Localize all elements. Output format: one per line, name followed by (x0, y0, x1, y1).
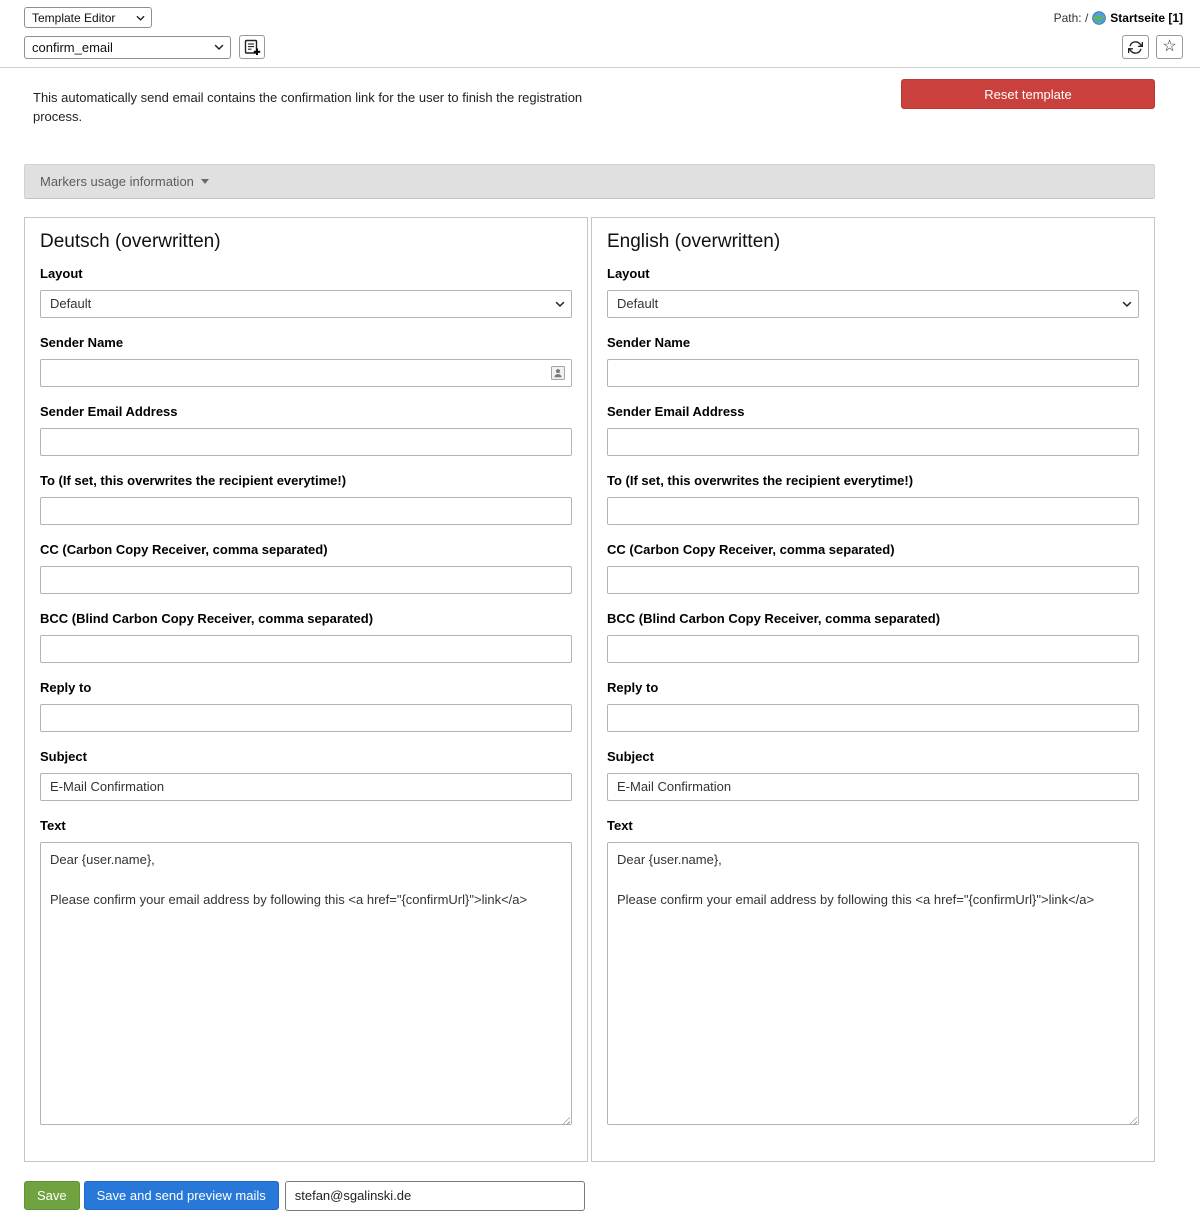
field-label-layout: Layout (40, 266, 572, 282)
field-layout: Layout Default (40, 266, 572, 318)
refresh-button[interactable] (1122, 35, 1149, 59)
en-bcc-input[interactable] (607, 635, 1139, 663)
field-subject: Subject (40, 749, 572, 801)
de-text-textarea[interactable]: Dear {user.name}, Please confirm your em… (40, 842, 572, 1125)
de-to-input[interactable] (40, 497, 572, 525)
template-select-control[interactable]: confirm_email (24, 36, 231, 59)
field-subject: Subject (607, 749, 1139, 801)
field-label-bcc: BCC (Blind Carbon Copy Receiver, comma s… (607, 611, 1139, 627)
de-sender-name-input[interactable] (40, 359, 572, 387)
field-sender-name: Sender Name (607, 335, 1139, 387)
template-description: This automatically send email contains t… (33, 79, 593, 127)
field-label-cc: CC (Carbon Copy Receiver, comma separate… (40, 542, 572, 558)
language-columns: Deutsch (overwritten) Layout Default Sen… (24, 217, 1155, 1162)
new-record-icon (244, 39, 261, 56)
intro-row: This automatically send email contains t… (24, 79, 1155, 127)
panel-german: Deutsch (overwritten) Layout Default Sen… (24, 217, 588, 1162)
en-layout-select[interactable]: Default (607, 290, 1139, 318)
field-label-bcc: BCC (Blind Carbon Copy Receiver, comma s… (40, 611, 572, 627)
preview-email-input[interactable] (285, 1181, 585, 1211)
field-label-text: Text (607, 818, 1139, 834)
field-label-to: To (If set, this overwrites the recipien… (40, 473, 572, 489)
field-sender-email: Sender Email Address (607, 404, 1139, 456)
panel-english: English (overwritten) Layout Default Sen… (591, 217, 1155, 1162)
en-layout-select-control[interactable]: Default (607, 290, 1139, 318)
field-to: To (If set, this overwrites the recipien… (607, 473, 1139, 525)
field-label-cc: CC (Carbon Copy Receiver, comma separate… (607, 542, 1139, 558)
reset-template-button[interactable]: Reset template (901, 79, 1155, 109)
field-label-reply-to: Reply to (40, 680, 572, 696)
save-and-preview-button[interactable]: Save and send preview mails (84, 1181, 279, 1210)
panel-title-german: Deutsch (overwritten) (40, 231, 572, 253)
field-label-sender-name: Sender Name (607, 335, 1139, 351)
new-record-button[interactable] (239, 35, 265, 59)
field-layout: Layout Default (607, 266, 1139, 318)
field-label-text: Text (40, 818, 572, 834)
refresh-icon (1128, 40, 1143, 55)
markers-usage-label: Markers usage information (40, 174, 194, 189)
field-text: Text Dear {user.name}, Please confirm yo… (40, 818, 572, 1128)
caret-down-icon (201, 179, 209, 184)
module-select[interactable]: Template Editor (24, 7, 152, 28)
de-layout-select[interactable]: Default (40, 290, 572, 318)
field-to: To (If set, this overwrites the recipien… (40, 473, 572, 525)
template-select[interactable]: confirm_email (24, 36, 231, 59)
en-text-textarea[interactable]: Dear {user.name}, Please confirm your em… (607, 842, 1139, 1125)
field-label-reply-to: Reply to (607, 680, 1139, 696)
field-cc: CC (Carbon Copy Receiver, comma separate… (607, 542, 1139, 594)
de-bcc-input[interactable] (40, 635, 572, 663)
markers-usage-panel-toggle[interactable]: Markers usage information (24, 164, 1155, 199)
footer-actions: Save Save and send preview mails (24, 1181, 1155, 1211)
page-link[interactable]: Startseite [1] (1092, 11, 1183, 25)
module-body: This automatically send email contains t… (0, 79, 1200, 1211)
breadcrumb: Path: / Startseite [1] (1054, 11, 1183, 25)
field-label-sender-name: Sender Name (40, 335, 572, 351)
en-cc-input[interactable] (607, 566, 1139, 594)
en-sender-name-input[interactable] (607, 359, 1139, 387)
field-reply-to: Reply to (40, 680, 572, 732)
de-sender-email-input[interactable] (40, 428, 572, 456)
field-label-subject: Subject (40, 749, 572, 765)
field-bcc: BCC (Blind Carbon Copy Receiver, comma s… (40, 611, 572, 663)
star-icon: ☆ (1162, 39, 1176, 55)
module-header: Template Editor Path: / Startseite [1] (0, 0, 1200, 68)
en-subject-input[interactable] (607, 773, 1139, 801)
panel-title-english: English (overwritten) (607, 231, 1139, 253)
module-select-control[interactable]: Template Editor (24, 7, 152, 28)
path-label: Path: / (1054, 11, 1089, 25)
en-reply-to-input[interactable] (607, 704, 1139, 732)
field-label-sender-email: Sender Email Address (607, 404, 1139, 420)
globe-icon (1092, 11, 1106, 25)
de-reply-to-input[interactable] (40, 704, 572, 732)
en-sender-email-input[interactable] (607, 428, 1139, 456)
field-sender-email: Sender Email Address (40, 404, 572, 456)
bookmark-button[interactable]: ☆ (1156, 35, 1183, 59)
de-cc-input[interactable] (40, 566, 572, 594)
field-cc: CC (Carbon Copy Receiver, comma separate… (40, 542, 572, 594)
field-label-sender-email: Sender Email Address (40, 404, 572, 420)
field-text: Text Dear {user.name}, Please confirm yo… (607, 818, 1139, 1128)
page-title: Startseite [1] (1110, 11, 1183, 25)
en-to-input[interactable] (607, 497, 1139, 525)
de-layout-select-control[interactable]: Default (40, 290, 572, 318)
field-label-to: To (If set, this overwrites the recipien… (607, 473, 1139, 489)
field-sender-name: Sender Name (40, 335, 572, 387)
field-bcc: BCC (Blind Carbon Copy Receiver, comma s… (607, 611, 1139, 663)
field-label-subject: Subject (607, 749, 1139, 765)
save-button[interactable]: Save (24, 1181, 80, 1210)
field-reply-to: Reply to (607, 680, 1139, 732)
field-label-layout: Layout (607, 266, 1139, 282)
de-subject-input[interactable] (40, 773, 572, 801)
